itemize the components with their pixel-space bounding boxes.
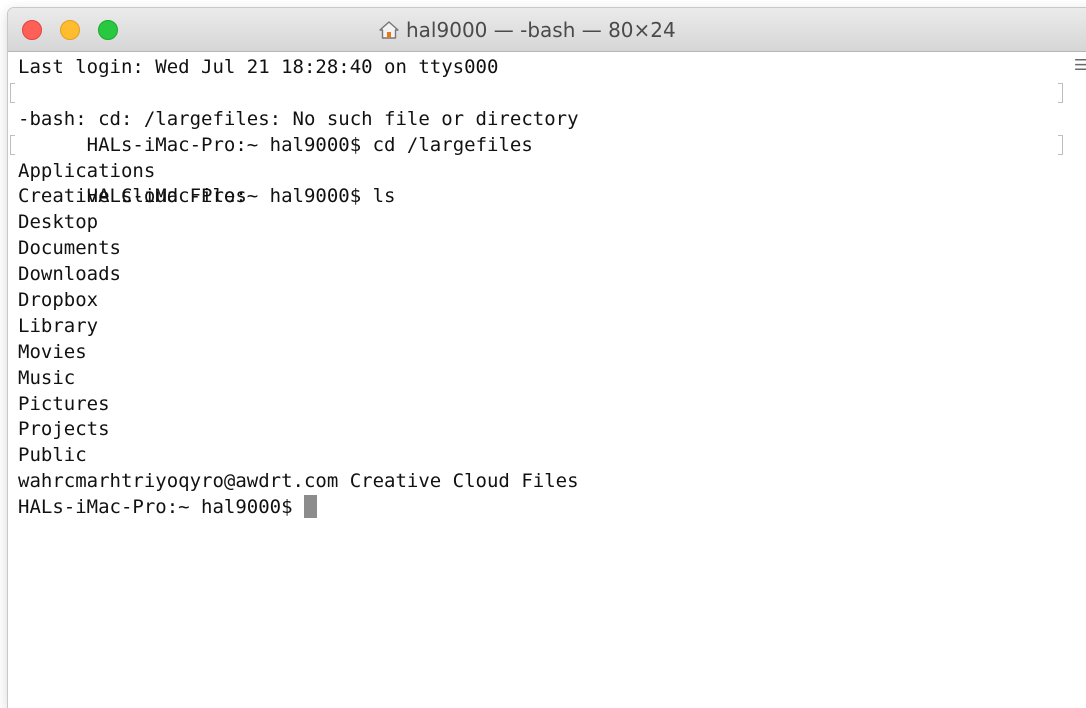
output-line: Applications (18, 159, 156, 182)
home-icon (379, 21, 399, 39)
output-line: Public (18, 444, 87, 467)
output-line: Documents (18, 237, 121, 260)
command-line: HALs-iMac-Pro:~ hal9000$ cd /largefiles (10, 81, 1068, 156)
output-line: Desktop (18, 211, 99, 234)
mark-bracket-left (10, 82, 15, 103)
output-line: Downloads (18, 263, 121, 286)
mark-bracket-right (1058, 134, 1063, 155)
minimize-button[interactable] (60, 20, 80, 40)
command-line: HALs-iMac-Pro:~ hal9000$ ls (10, 133, 1068, 207)
close-button[interactable] (22, 20, 42, 40)
output-line: Last login: Wed Jul 21 18:28:40 on ttys0… (18, 56, 499, 78)
output-line: Creative Cloud Files (18, 185, 247, 208)
prompt-text: HALs-iMac-Pro:~ hal9000$ (18, 496, 304, 519)
window-title-text: hal9000 — -bash — 80×24 (406, 18, 676, 42)
output-line: Movies (18, 340, 87, 363)
output-line: Projects (18, 418, 110, 441)
menu-lines-icon[interactable]: ☰ (1074, 58, 1086, 73)
terminal-window: hal9000 — -bash — 80×24 Last login: Wed … (8, 8, 1086, 708)
output-line: -bash: cd: /largefiles: No such file or … (18, 107, 579, 130)
output-line: wahrcmarhtriyoqyro@awdrt.com Creative Cl… (18, 470, 579, 493)
zoom-button[interactable] (98, 20, 118, 40)
output-line: Library (18, 314, 99, 337)
prompt-line[interactable]: HALs-iMac-Pro:~ hal9000$ (18, 495, 1068, 521)
output-line: Dropbox (18, 289, 99, 312)
text-cursor (303, 495, 317, 519)
window-title: hal9000 — -bash — 80×24 (378, 8, 676, 52)
mark-bracket-left (10, 134, 15, 155)
title-bar[interactable]: hal9000 — -bash — 80×24 (8, 8, 1086, 52)
output-line: Music (18, 366, 76, 389)
mark-bracket-right (1058, 82, 1063, 103)
output-line: Pictures (18, 392, 110, 415)
terminal-output[interactable]: Last login: Wed Jul 21 18:28:40 on ttys0… (8, 52, 1068, 708)
